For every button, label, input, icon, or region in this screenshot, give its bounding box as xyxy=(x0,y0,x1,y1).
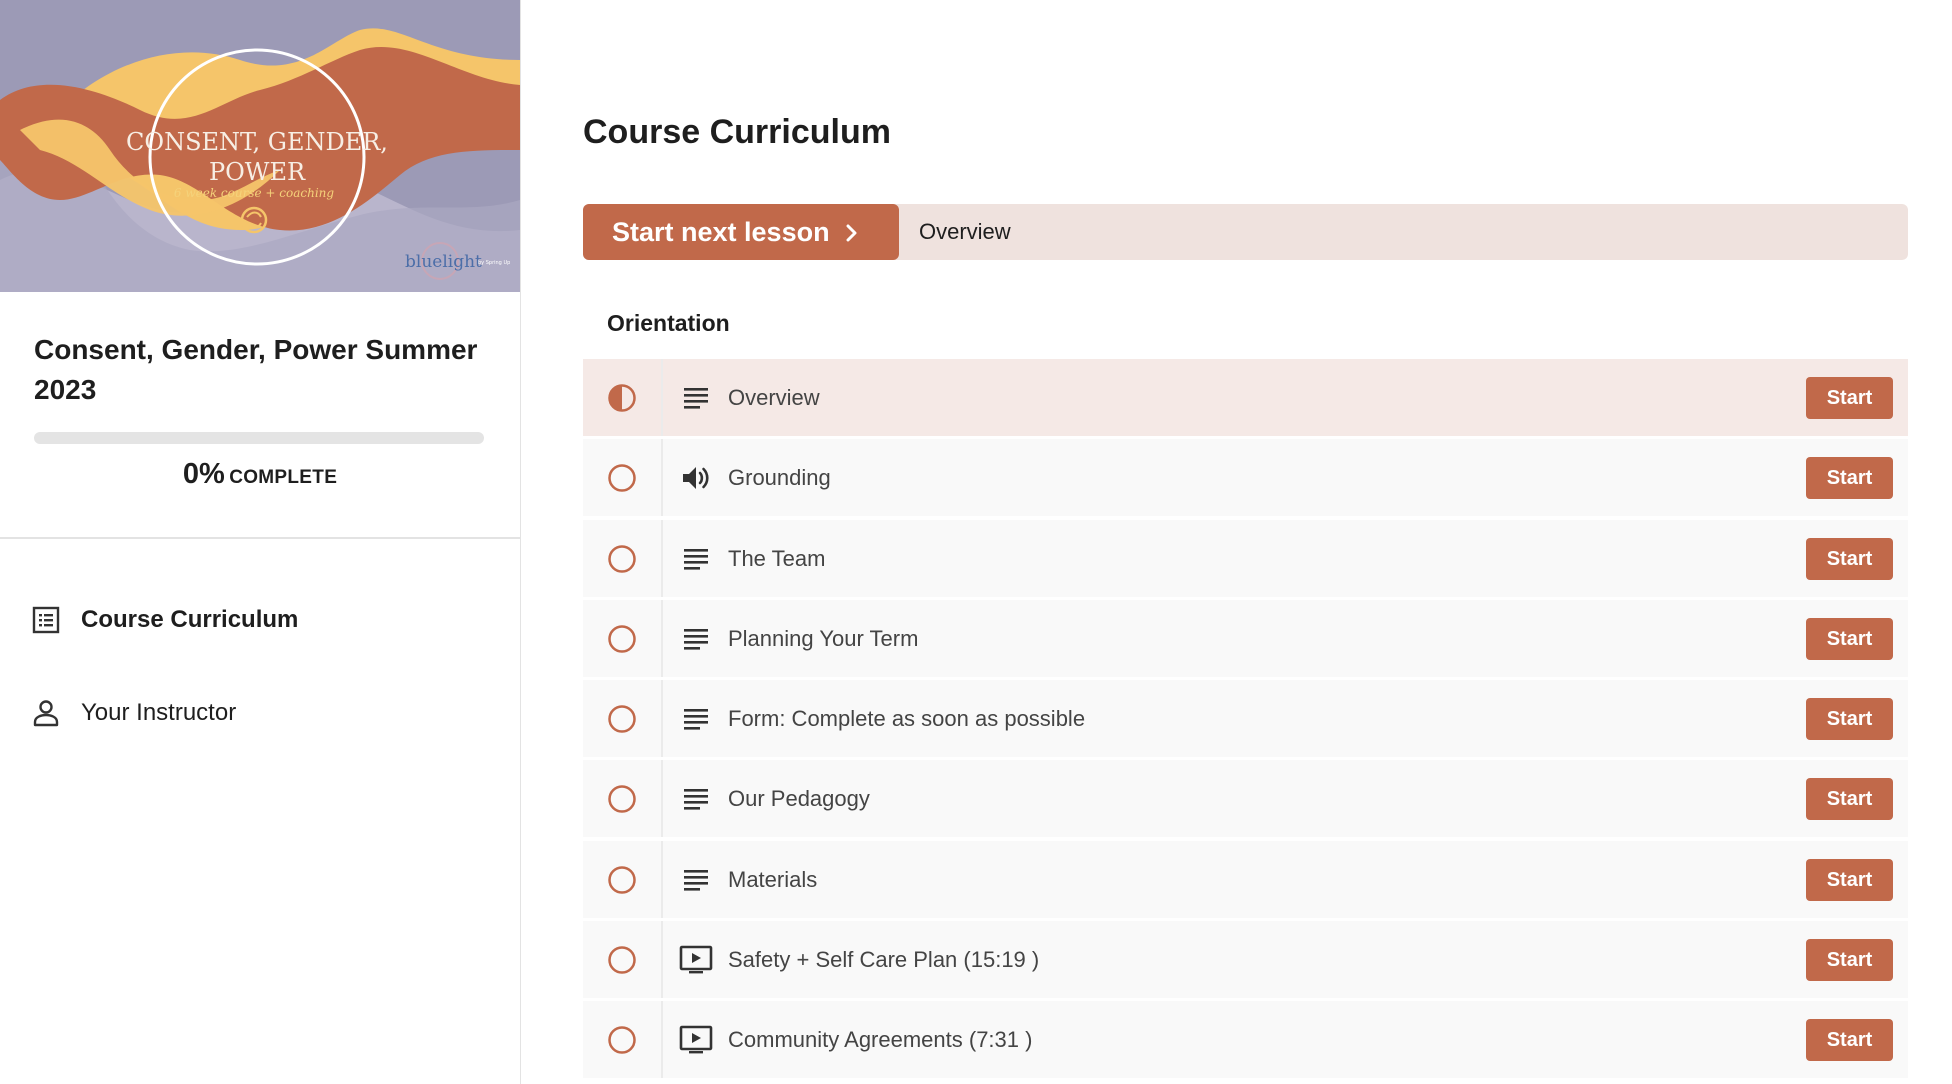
sidebar: CONSENT, GENDER, POWER 6 week course + c… xyxy=(0,0,521,1084)
progress-bar xyxy=(34,432,484,444)
lesson-name: Our Pedagogy xyxy=(728,786,870,812)
page-title: Course Curriculum xyxy=(583,113,891,151)
text-lines-icon xyxy=(679,381,713,415)
start-next-lesson-button[interactable]: Start next lesson xyxy=(583,204,899,260)
chevron-right-icon xyxy=(846,224,857,242)
lesson-row[interactable]: Our Pedagogy Start xyxy=(583,760,1908,838)
hero-title-line1: CONSENT, GENDER, xyxy=(126,128,388,156)
lesson-row[interactable]: Planning Your Term Start xyxy=(583,599,1908,677)
empty-circle-status-icon xyxy=(607,544,637,574)
course-hero-artwork: CONSENT, GENDER, POWER 6 week course + c… xyxy=(0,0,520,292)
sidebar-item-label: Course Curriculum xyxy=(81,606,299,633)
empty-circle-status-icon xyxy=(607,784,637,814)
empty-circle-status-icon xyxy=(607,865,637,895)
lesson-start-button[interactable]: Start xyxy=(1806,858,1893,901)
sidebar-divider xyxy=(0,537,520,539)
course-hero-image: CONSENT, GENDER, POWER 6 week course + c… xyxy=(0,0,520,292)
lesson-name: The Team xyxy=(728,545,826,571)
lesson-row[interactable]: Grounding Start xyxy=(583,439,1908,517)
text-lines-icon xyxy=(679,622,713,656)
video-play-icon xyxy=(679,943,713,977)
empty-circle-status-icon xyxy=(607,1025,637,1055)
progress-summary: 0% COMPLETE xyxy=(0,458,520,491)
empty-circle-status-icon xyxy=(607,463,637,493)
next-lesson-name: Overview xyxy=(919,219,1011,244)
sidebar-item-your-instructor[interactable]: Your Instructor xyxy=(30,693,236,733)
lesson-start-button[interactable]: Start xyxy=(1806,537,1893,580)
section-title: Orientation xyxy=(607,310,730,336)
lesson-row-divider xyxy=(661,359,663,436)
main-content: Course Curriculum Start next lesson Over… xyxy=(521,0,1952,1084)
lesson-name: Materials xyxy=(728,866,818,892)
text-lines-icon xyxy=(679,542,713,576)
empty-circle-status-icon xyxy=(607,945,637,975)
next-lesson-bar: Start next lesson Overview xyxy=(583,204,1908,260)
app-root: CONSENT, GENDER, POWER 6 week course + c… xyxy=(0,0,1952,1084)
lesson-row[interactable]: Community Agreements (7:31 ) Start xyxy=(583,1001,1908,1079)
lesson-start-button[interactable]: Start xyxy=(1806,457,1893,500)
lesson-name: Grounding xyxy=(728,465,831,491)
text-lines-icon xyxy=(679,702,713,736)
lesson-row[interactable]: Overview Start xyxy=(583,359,1908,436)
person-icon xyxy=(30,697,62,729)
lesson-row[interactable]: Form: Complete as soon as possible Start xyxy=(583,680,1908,758)
curriculum-list-icon xyxy=(30,604,62,636)
speaker-icon xyxy=(679,461,713,495)
lesson-start-button[interactable]: Start xyxy=(1806,617,1893,660)
lesson-start-button[interactable]: Start xyxy=(1806,698,1893,741)
half-circle-progress-icon xyxy=(607,383,637,413)
lesson-row[interactable]: The Team Start xyxy=(583,519,1908,597)
course-title: Consent, Gender, Power Summer 2023 xyxy=(34,334,478,405)
text-lines-icon xyxy=(679,782,713,816)
empty-circle-status-icon xyxy=(607,704,637,734)
hero-brand: bluelight xyxy=(405,252,482,272)
lesson-name: Form: Complete as soon as possible xyxy=(728,706,1086,732)
start-next-lesson-label: Start next lesson xyxy=(612,216,830,247)
hero-title-line2: POWER xyxy=(209,158,306,186)
lesson-list: Overview Start Grounding Start The Team … xyxy=(583,359,1908,1082)
lesson-row-divider xyxy=(661,1001,663,1079)
lesson-row-divider xyxy=(661,760,663,838)
lesson-start-button[interactable]: Start xyxy=(1806,377,1893,419)
lesson-name: Safety + Self Care Plan (15:19 ) xyxy=(728,947,1040,973)
lesson-start-button[interactable]: Start xyxy=(1806,939,1893,982)
lesson-name: Planning Your Term xyxy=(728,625,919,651)
sidebar-item-label: Your Instructor xyxy=(81,699,237,726)
lesson-row-divider xyxy=(661,519,663,597)
lesson-name: Overview xyxy=(728,385,820,410)
lesson-name: Community Agreements (7:31 ) xyxy=(728,1027,1033,1053)
progress-label: COMPLETE xyxy=(229,467,338,488)
progress-percent: 0% xyxy=(182,458,225,490)
lesson-row-divider xyxy=(661,680,663,758)
lesson-row[interactable]: Safety + Self Care Plan (15:19 ) Start xyxy=(583,921,1908,999)
text-lines-icon xyxy=(679,863,713,897)
lesson-start-button[interactable]: Start xyxy=(1806,1019,1893,1062)
lesson-row-divider xyxy=(661,439,663,517)
hero-brand-small: by Spring Up xyxy=(478,260,510,266)
lesson-row-divider xyxy=(661,840,663,918)
empty-circle-status-icon xyxy=(607,624,637,654)
lesson-row[interactable]: Materials Start xyxy=(583,840,1908,918)
video-play-icon xyxy=(679,1023,713,1057)
sidebar-item-course-curriculum[interactable]: Course Curriculum xyxy=(30,600,298,640)
lesson-row-divider xyxy=(661,921,663,999)
hero-subtitle: 6 week course + coaching xyxy=(174,186,334,200)
lesson-start-button[interactable]: Start xyxy=(1806,778,1893,821)
lesson-row-divider xyxy=(661,599,663,677)
